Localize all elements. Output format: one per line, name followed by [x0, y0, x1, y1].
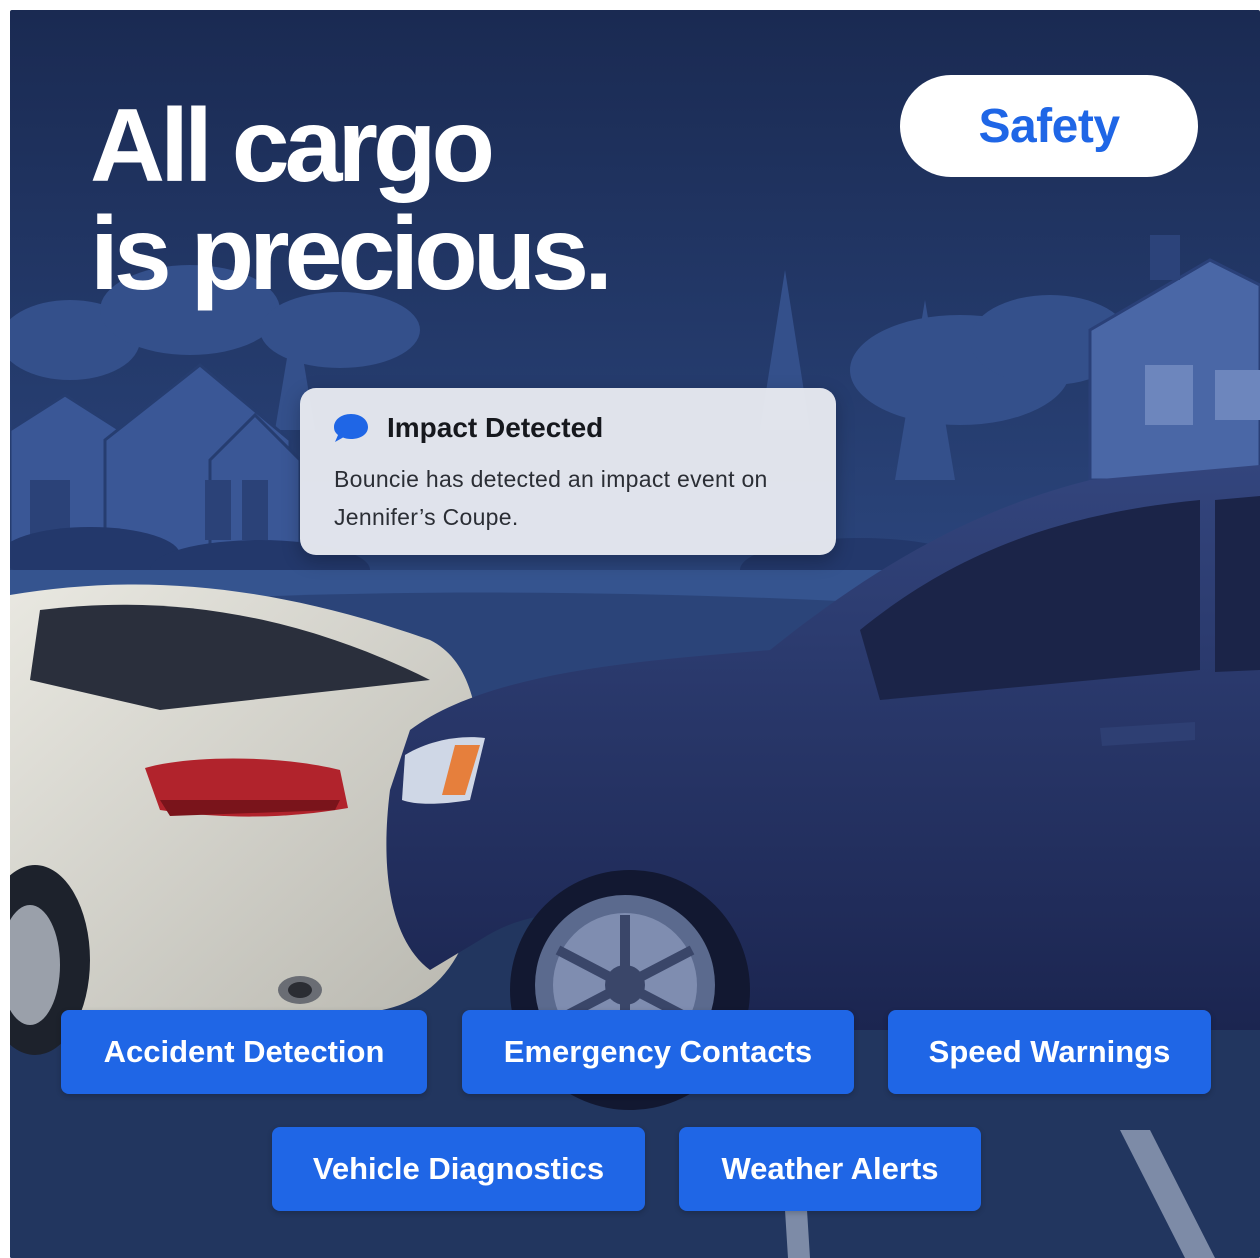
headline-line-2: is precious.: [90, 196, 613, 312]
weather-alerts-button[interactable]: Weather Alerts: [679, 1127, 981, 1211]
notification-title: Impact Detected: [387, 412, 604, 443]
vehicle-diagnostics-button[interactable]: Vehicle Diagnostics: [272, 1127, 645, 1211]
impact-notification[interactable]: Impact Detected Bouncie has detected an …: [300, 388, 836, 555]
emergency-contacts-button[interactable]: Emergency Contacts: [462, 1010, 854, 1094]
notification-body: Bouncie has detected an impact event on …: [334, 466, 768, 530]
safety-tag: Safety: [900, 75, 1198, 177]
chat-bubble-icon: [334, 414, 368, 442]
headline-line-1: All cargo: [90, 88, 495, 204]
speed-warnings-button[interactable]: Speed Warnings: [888, 1010, 1211, 1094]
headline: All cargo is precious.: [90, 88, 613, 312]
hero-card: All cargo is precious. Safety Impact Det…: [10, 10, 1260, 1258]
accident-detection-button[interactable]: Accident Detection: [61, 1010, 427, 1094]
